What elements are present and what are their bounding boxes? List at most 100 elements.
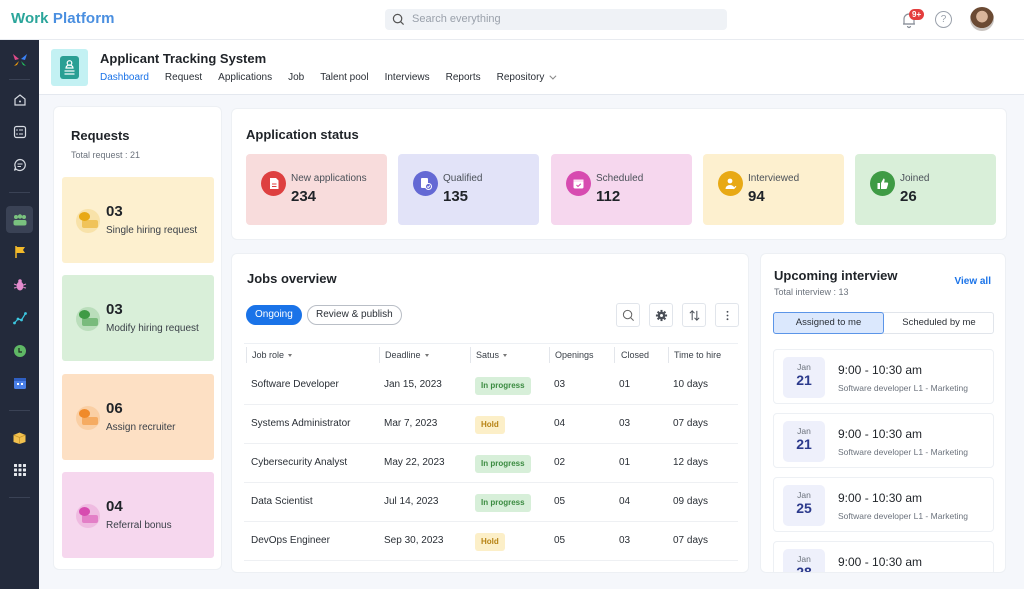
home-icon[interactable] <box>6 86 33 113</box>
time-to-hire: 10 days <box>673 379 709 390</box>
tab-talent-pool[interactable]: Talent pool <box>320 72 368 83</box>
request-tile-modify-hiring-request[interactable]: 03 Modify hiring request <box>62 275 214 361</box>
interview-description: Software developer L1 - Marketing <box>838 447 968 457</box>
team-icon[interactable] <box>6 206 33 233</box>
tab-request[interactable]: Request <box>165 72 202 83</box>
status-tile-interviewed[interactable]: Interviewed 94 <box>703 154 844 225</box>
table-row[interactable]: Cybersecurity Analyst May 22, 2023 In prog… <box>244 444 738 483</box>
table-row[interactable]: Systems Administrator Mar 7, 2023 Hold 04 03… <box>244 405 738 444</box>
interview-description: Software developer L1 - Marketing <box>838 383 968 393</box>
table-row[interactable]: DevOps Engineer Sep 30, 2023 Hold 05 03 07 da… <box>244 522 738 561</box>
interview-item[interactable]: Jan 21 9:00 - 10:30 am Software developer L… <box>773 413 994 468</box>
referral-bonus-icon <box>76 504 100 528</box>
search-icon <box>622 309 634 321</box>
request-label: Assign recruiter <box>106 422 176 433</box>
sort-caret-icon <box>503 354 508 358</box>
tab-job[interactable]: Job <box>288 72 304 83</box>
tab-dashboard[interactable]: Dashboard <box>100 72 149 83</box>
tab-reports[interactable]: Reports <box>446 72 481 83</box>
deadline: Jul 14, 2023 <box>384 496 439 507</box>
package-icon[interactable] <box>6 424 33 451</box>
tab-applications[interactable]: Applications <box>218 72 272 83</box>
request-tile-referral-bonus[interactable]: 04 Referral bonus <box>62 472 214 558</box>
column-divider <box>470 347 471 363</box>
closed: 03 <box>619 535 631 546</box>
openings: 05 <box>554 496 566 507</box>
status-value: 135 <box>443 188 469 205</box>
tab-assigned-to-me[interactable]: Assigned to me <box>773 312 884 334</box>
help-icon[interactable]: ? <box>935 11 952 28</box>
deadline: May 22, 2023 <box>384 457 445 468</box>
jobs-table-header: Job role Deadline Satus Openings Closed … <box>244 343 738 365</box>
interview-month: Jan <box>797 554 811 564</box>
status-tile-joined[interactable]: Joined 26 <box>855 154 996 225</box>
application-status-title: Application status <box>246 127 359 142</box>
upcoming-interview-card: Upcoming interview Total interview : 13 … <box>760 253 1006 573</box>
checklist-icon[interactable] <box>6 118 33 145</box>
qualified-icon <box>413 171 438 196</box>
assign-recruiter-icon <box>76 406 100 430</box>
interview-item[interactable]: Jan 21 9:00 - 10:30 am Software developer L… <box>773 349 994 404</box>
app-icon <box>51 49 88 86</box>
interview-item[interactable]: Jan289:00 - 10:30 amSoftware developer L… <box>773 541 994 573</box>
request-count: 03 <box>106 203 123 220</box>
column-divider <box>246 347 247 363</box>
table-settings-button[interactable] <box>649 303 673 327</box>
request-label: Referral bonus <box>106 520 172 531</box>
job-role: Software Developer <box>251 379 339 390</box>
global-search[interactable]: Search everything <box>385 9 727 30</box>
interview-day: 21 <box>796 372 812 388</box>
interview-month: Jan <box>797 490 811 500</box>
col-deadline[interactable]: Deadline <box>385 350 429 360</box>
table-search-button[interactable] <box>616 303 640 327</box>
status-tile-qualified[interactable]: Qualified 135 <box>398 154 539 225</box>
bug-icon[interactable] <box>6 271 33 298</box>
col-job-role[interactable]: Job role <box>252 350 293 360</box>
app-logo-icon[interactable] <box>6 46 33 73</box>
view-all-link[interactable]: View all <box>954 276 991 287</box>
interview-description: Software developer L1 - Marketing <box>838 511 968 521</box>
rail-divider <box>9 192 30 193</box>
chat-icon[interactable] <box>6 151 33 178</box>
closed: 03 <box>619 418 631 429</box>
job-role: Cybersecurity Analyst <box>251 457 348 468</box>
table-row[interactable]: Software Developer Jan 15, 2023 In progres… <box>244 366 738 405</box>
table-row[interactable]: Data Scientist Jul 14, 2023 In progress 05 0… <box>244 483 738 522</box>
status-badge: In progress <box>475 494 531 512</box>
sort-caret-icon <box>288 354 293 358</box>
flag-icon[interactable] <box>6 238 33 265</box>
request-tile-single-hiring-request[interactable]: 03 Single hiring request <box>62 177 214 263</box>
status-tile-new-applications[interactable]: New applications 234 <box>246 154 387 225</box>
tab-scheduled-by-me[interactable]: Scheduled by me <box>884 313 994 333</box>
brand-logo[interactable]: Work Platform <box>11 10 115 27</box>
table-sort-button[interactable] <box>682 303 706 327</box>
table-more-button[interactable] <box>715 303 739 327</box>
status-tile-scheduled[interactable]: Scheduled 112 <box>551 154 692 225</box>
interview-day: 28 <box>796 564 812 573</box>
interview-item[interactable]: Jan 25 9:00 - 10:30 am Software developer L… <box>773 477 994 532</box>
single-hiring-request-icon <box>76 209 100 233</box>
notification-badge: 9+ <box>909 9 925 20</box>
openings: 03 <box>554 379 566 390</box>
status-value: 94 <box>748 188 765 205</box>
col-status[interactable]: Satus <box>476 350 508 360</box>
status-badge: In progress <box>475 377 531 395</box>
calendar-icon[interactable] <box>6 369 33 396</box>
status-value: 26 <box>900 188 917 205</box>
request-tile-assign-recruiter[interactable]: 06 Assign recruiter <box>62 374 214 460</box>
filter-ongoing[interactable]: Ongoing <box>246 305 302 325</box>
app-nav: Dashboard Request Applications Job Talen… <box>100 72 570 83</box>
user-avatar[interactable] <box>970 7 994 31</box>
analytics-icon[interactable] <box>6 304 33 331</box>
upcoming-total: Total interview : 13 <box>774 287 849 297</box>
status-value: 234 <box>291 188 317 205</box>
column-divider <box>614 347 615 363</box>
tab-repository[interactable]: Repository <box>497 72 557 83</box>
interview-segmented-control: Assigned to me Scheduled by me <box>773 312 994 334</box>
time-to-hire: 12 days <box>673 457 709 468</box>
apps-grid-icon[interactable] <box>6 456 33 483</box>
clock-icon[interactable] <box>6 337 33 364</box>
tab-interviews[interactable]: Interviews <box>385 72 430 83</box>
icon-shape <box>82 318 98 326</box>
filter-review-publish[interactable]: Review & publish <box>307 305 402 325</box>
